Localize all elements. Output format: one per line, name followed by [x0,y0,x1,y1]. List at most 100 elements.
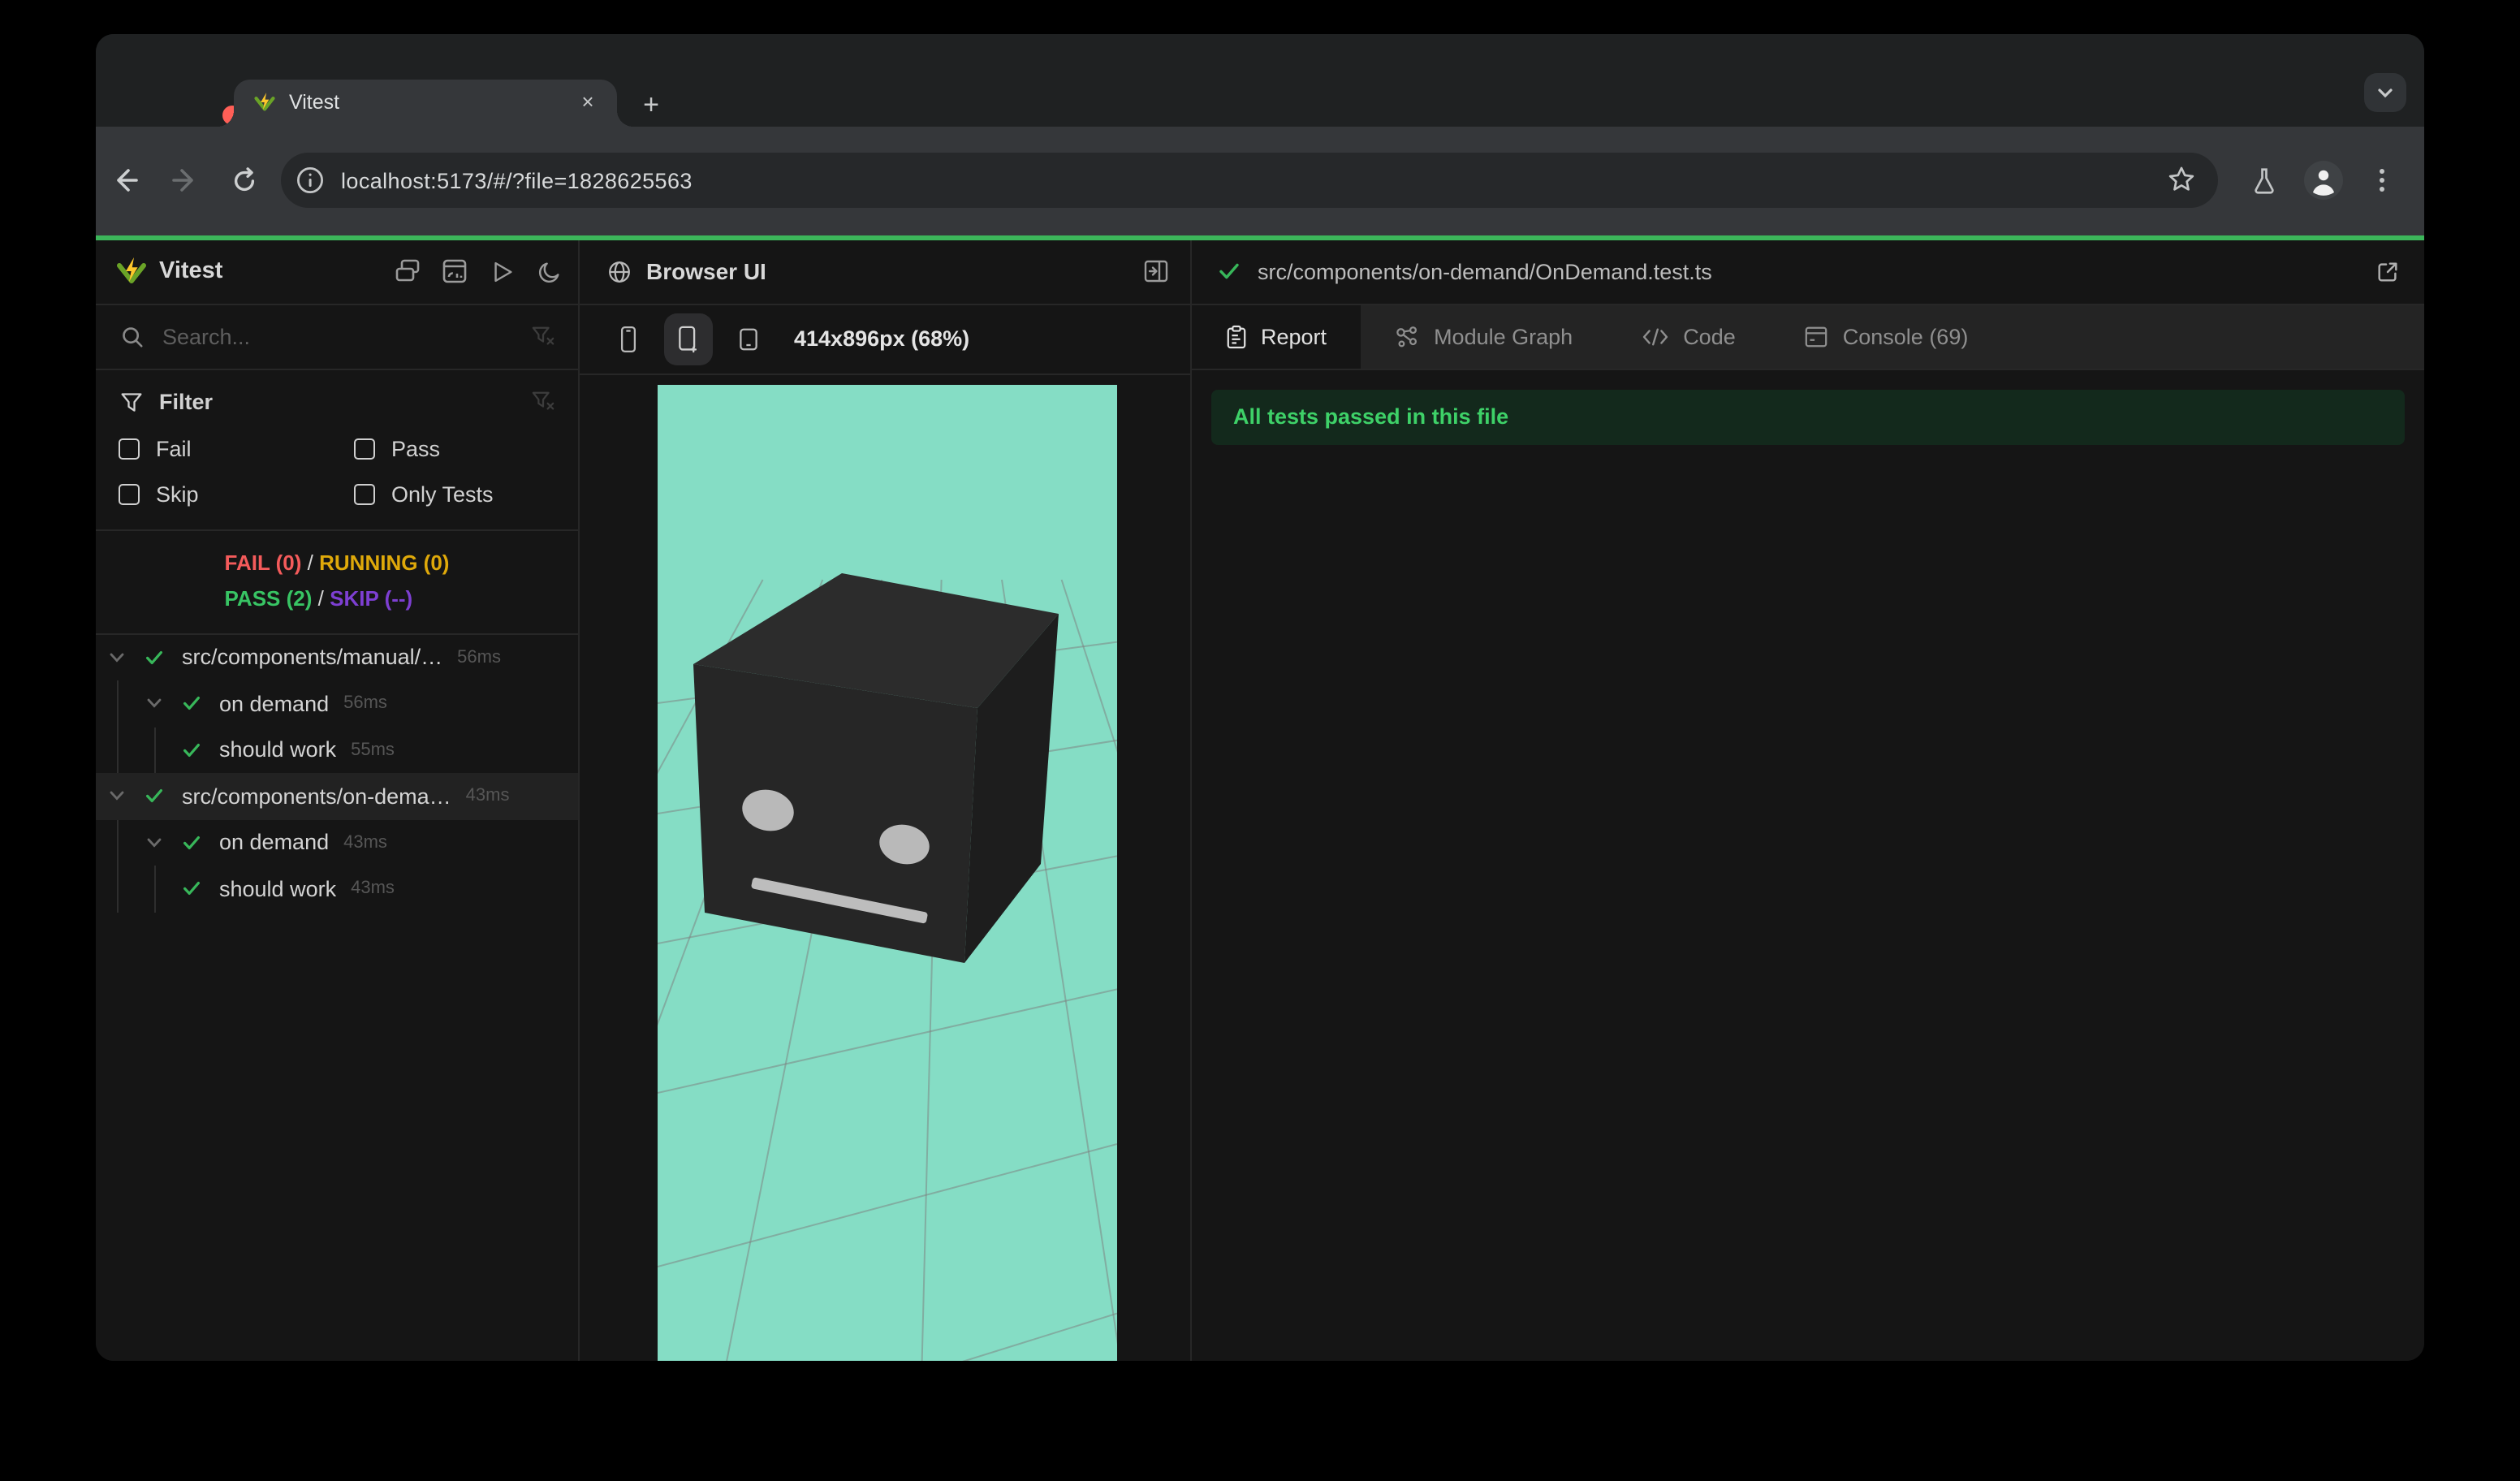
robot-cube [693,573,1059,963]
test-file-row-selected[interactable]: src/components/on-dema… 43ms [96,773,578,819]
summary-line-1: FAIL (0) / RUNNING (0) [225,545,450,581]
tab-report[interactable]: Report [1191,304,1361,368]
test-duration: 43ms [465,786,510,806]
sidebar: Vitest Search... Filter Fail Pass Skip O… [96,240,580,1361]
browser-toolbar: localhost:5173/#/?file=1828625563 [96,126,2424,235]
pass-count: PASS (2) [224,585,313,610]
search-bar [96,304,578,369]
experiments-flask-icon[interactable] [2242,159,2285,201]
vitest-favicon-icon [253,92,276,114]
browser-menu-icon[interactable] [2361,159,2403,201]
test-suite-name: on demand [219,691,330,716]
tab-label: Console (69) [1842,324,1969,348]
report-header: src/components/on-demand/OnDemand.test.t… [1191,240,2424,304]
test-suite-row[interactable]: on demand 56ms [96,680,578,727]
chevron-down-icon[interactable] [107,787,127,806]
profile-avatar[interactable] [2302,159,2345,201]
checkbox-box[interactable] [354,438,375,459]
browser-tab-bar: Vitest × + [96,34,2424,126]
viewport-size-label: 414x896px (68%) [794,326,970,352]
test-tree: src/components/manual/… 56ms on demand 5… [96,634,578,912]
checkbox-box[interactable] [119,438,140,459]
checkbox-fail[interactable]: Fail [119,436,354,460]
app-title: Vitest [159,258,223,284]
tab-label: Code [1683,324,1736,348]
forward-button[interactable] [164,159,206,201]
dashboard-icon[interactable] [442,258,468,284]
device-phone-add-icon[interactable] [664,313,713,365]
test-case-row[interactable]: should work 43ms [96,866,578,912]
checkbox-label: Pass [391,436,441,460]
bookmark-star-icon[interactable] [2166,164,2199,196]
checkbox-skip[interactable]: Skip [119,481,354,506]
chevron-down-icon[interactable] [107,648,127,667]
browser-ui-panel: Browser UI 414x896px (68%) [580,240,1191,1361]
browser-ui-header: Browser UI [580,240,1189,304]
pass-check-icon [182,694,201,714]
dark-mode-moon-icon[interactable] [536,258,562,284]
console-icon [1804,324,1828,348]
pass-check-icon [145,787,164,806]
tab-console[interactable]: Console (69) [1770,304,2003,368]
search-icon [119,323,145,349]
test-case-name: should work [219,737,337,762]
chevron-down-icon[interactable] [145,833,164,853]
new-tab-button[interactable]: + [633,88,669,123]
browser-preview-viewport[interactable] [658,385,1117,1361]
module-graph-icon [1395,324,1419,348]
device-tablet-icon[interactable] [724,313,773,365]
checkbox-label: Fail [156,436,192,460]
back-button[interactable] [104,159,146,201]
clear-filters-icon[interactable] [529,389,555,415]
filter-header: Filter [119,389,555,415]
running-count: RUNNING (0) [319,550,450,574]
browser-window: Vitest × + localhost:5173/#/?file=182862… [96,34,2424,1361]
filter-panel: Filter Fail Pass Skip Only Tests [96,369,578,530]
screenshot-stage: Vitest × + localhost:5173/#/?file=182862… [0,0,2520,1481]
test-duration: 56ms [457,647,501,667]
sidebar-header: Vitest [96,240,578,304]
test-file-name: src/components/on-dema… [182,784,451,809]
collapse-panels-icon[interactable] [395,258,421,284]
tab-title: Vitest [289,91,340,114]
code-icon [1641,326,1668,347]
open-external-icon[interactable] [2374,258,2400,284]
browser-tab-vitest[interactable]: Vitest × [218,80,633,126]
tab-label: Report [1261,324,1327,348]
test-case-row[interactable]: should work 55ms [96,727,578,773]
test-file-row[interactable]: src/components/manual/… 56ms [96,634,578,680]
run-all-tests-icon[interactable] [489,258,515,284]
filter-options: Fail Pass Skip Only Tests [119,436,555,506]
tab-module-graph[interactable]: Module Graph [1361,304,1607,368]
checkbox-box[interactable] [119,483,140,504]
test-suite-row[interactable]: on demand 43ms [96,819,578,866]
tab-curve [617,110,633,126]
url-text[interactable]: localhost:5173/#/?file=1828625563 [341,168,2166,192]
device-toolbar: 414x896px (68%) [580,304,1189,375]
tab-code[interactable]: Code [1607,304,1770,368]
filter-title: Filter [159,390,214,414]
tab-search-button[interactable] [2364,73,2406,112]
checkbox-only-tests[interactable]: Only Tests [354,481,555,506]
open-panel-right-icon[interactable] [1142,258,1168,284]
pass-check-icon [182,833,201,853]
clear-search-filter-icon[interactable] [529,323,555,349]
summary-line-2: PASS (2) / SKIP (--) [225,581,450,616]
separator: / [317,585,324,610]
address-bar[interactable]: localhost:5173/#/?file=1828625563 [281,153,2218,208]
tab-label: Module Graph [1434,324,1573,348]
search-input[interactable] [159,322,490,350]
test-duration: 56ms [343,693,387,714]
globe-icon [606,258,632,284]
checkbox-box[interactable] [354,483,375,504]
site-info-icon[interactable] [296,166,325,195]
checkbox-pass[interactable]: Pass [354,436,555,460]
vitest-app: Vitest Search... Filter Fail Pass Skip O… [96,240,2424,1361]
test-case-name: should work [219,876,337,901]
test-duration: 43ms [351,879,395,899]
separator: / [307,550,313,574]
chevron-down-icon[interactable] [145,694,164,714]
reload-button[interactable] [222,159,265,201]
close-tab-icon[interactable]: × [575,90,601,116]
device-phone-small-icon[interactable] [604,313,653,365]
